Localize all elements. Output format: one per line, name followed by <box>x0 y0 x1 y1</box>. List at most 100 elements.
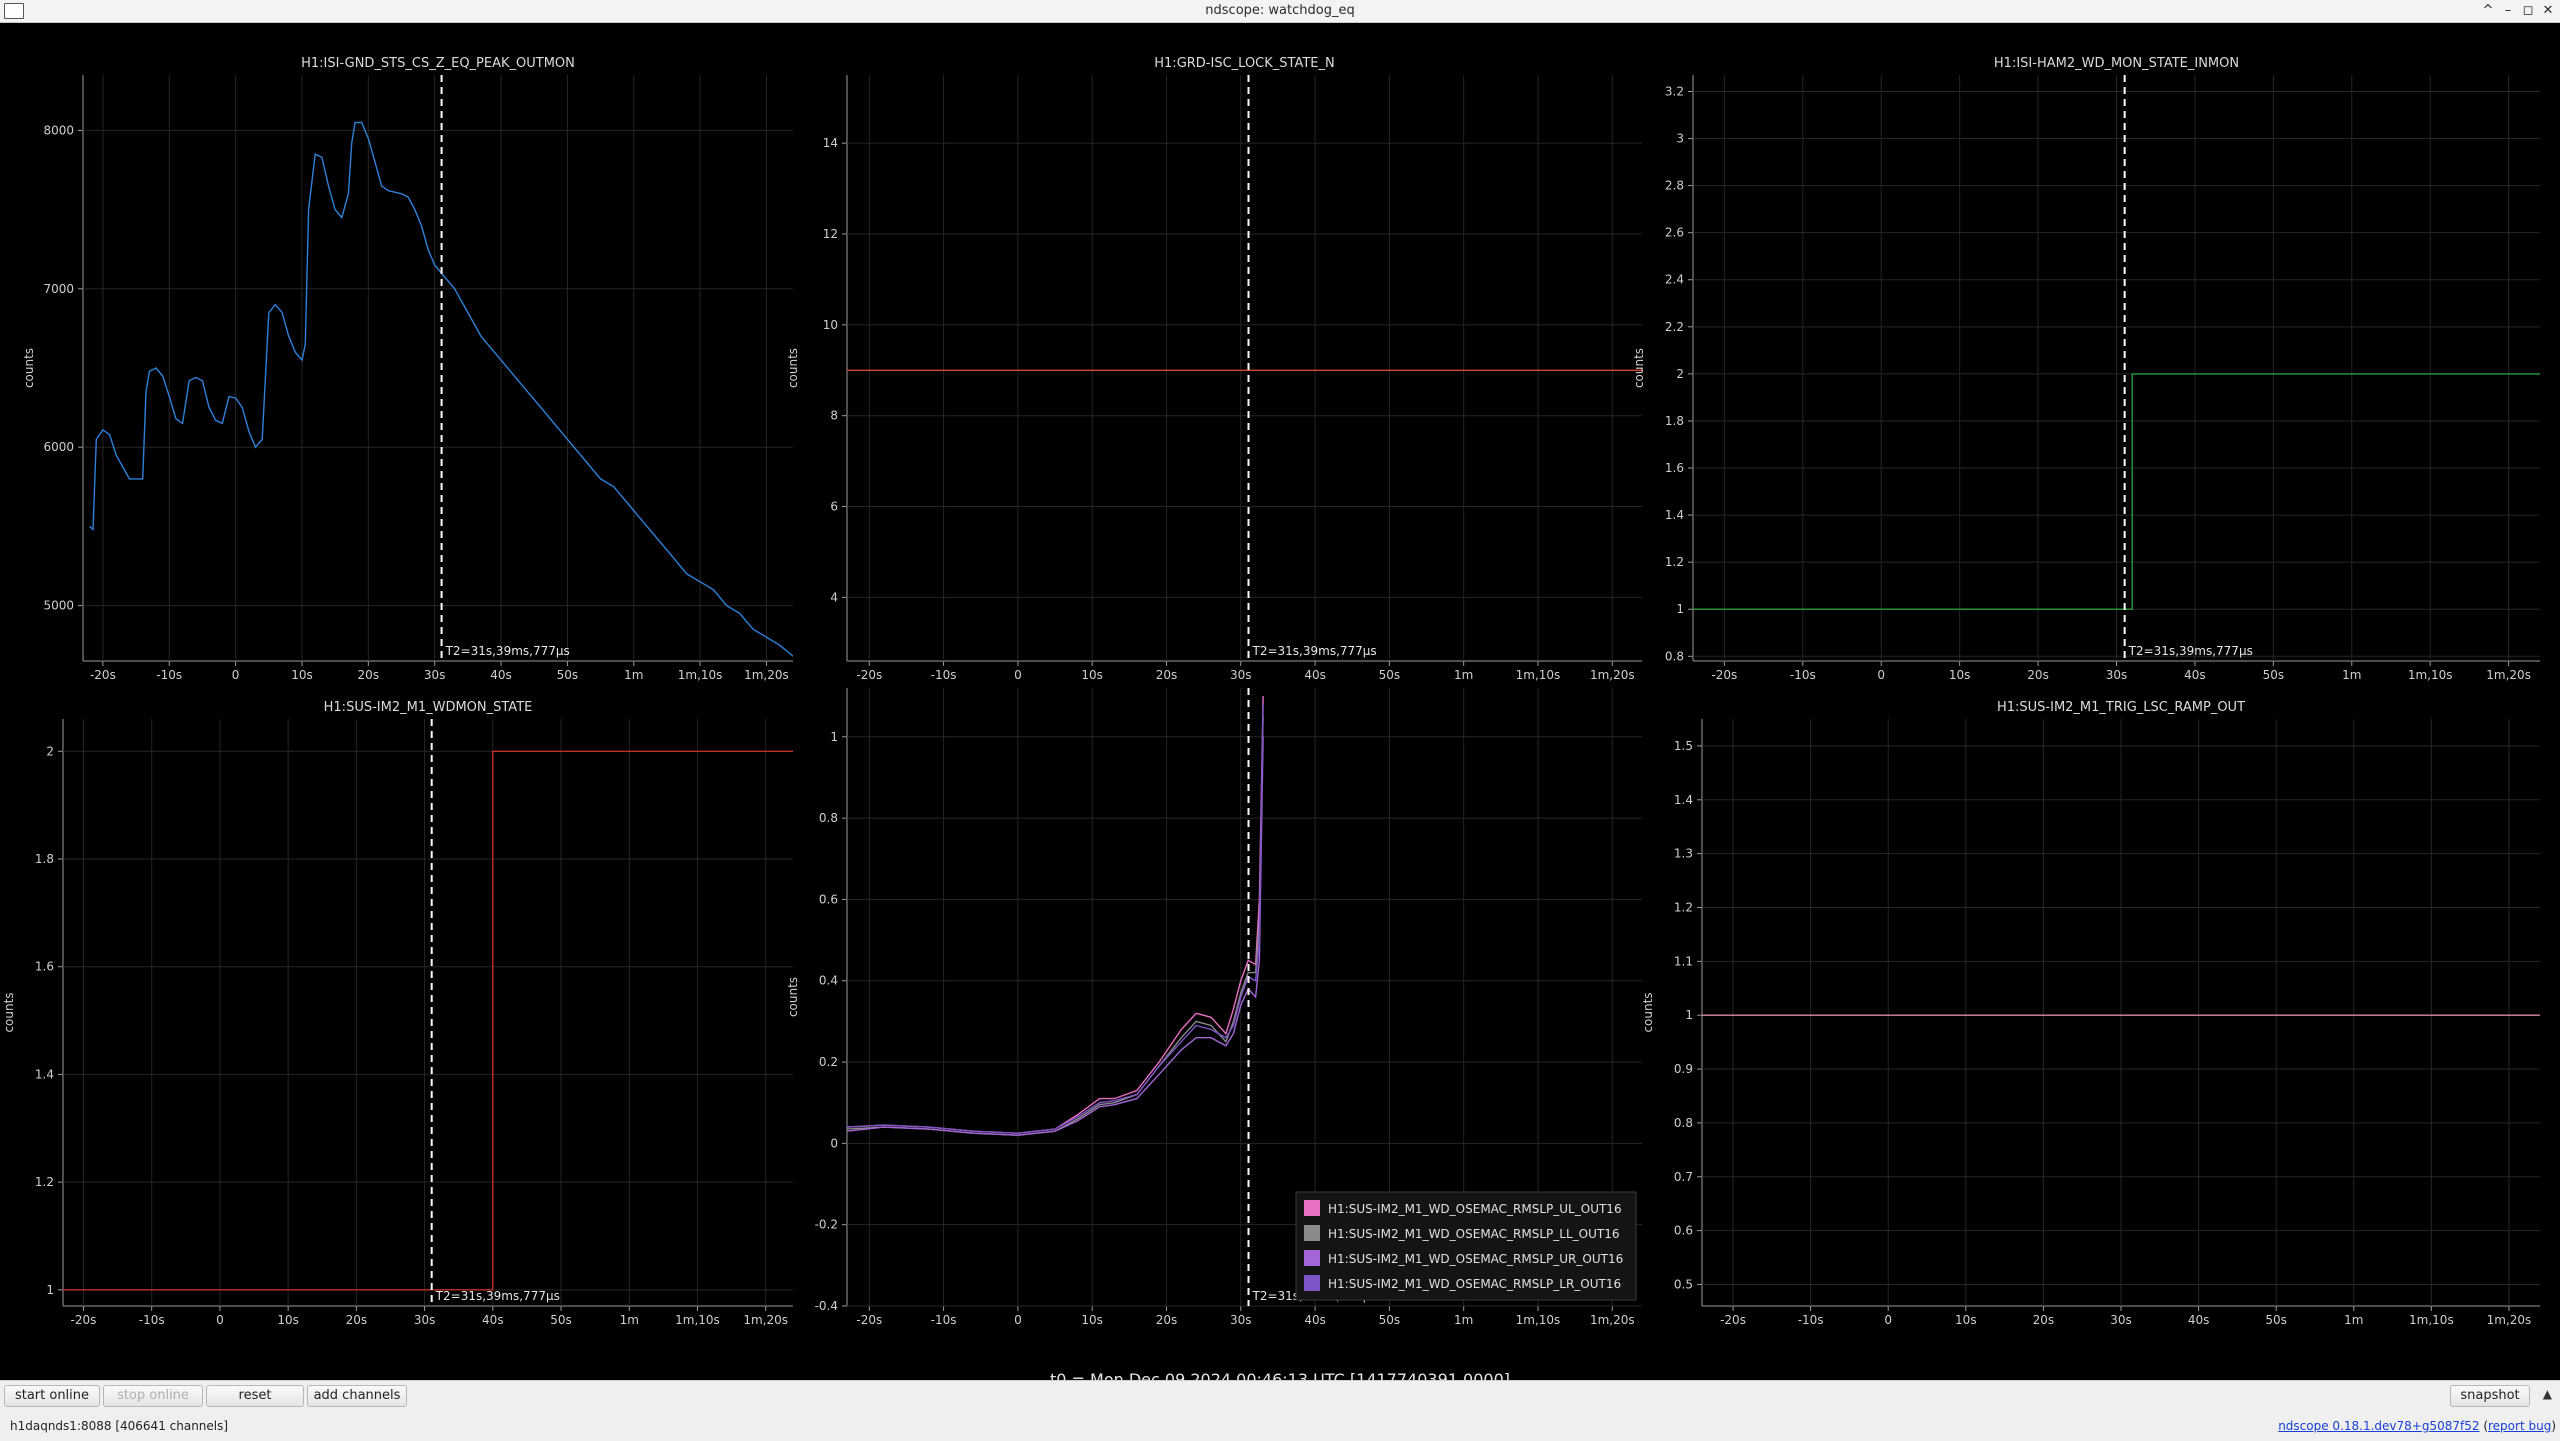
y-axis-label: counts <box>22 348 36 388</box>
legend-swatch <box>1304 1200 1320 1216</box>
y-tick-label: 10 <box>823 318 838 332</box>
x-tick-label: 1m <box>624 668 643 682</box>
x-tick-label: -20s <box>856 1313 882 1327</box>
y-tick-label: 0.8 <box>1674 1116 1693 1130</box>
x-tick-label: 30s <box>1230 668 1252 682</box>
plot-panel-4: H1:SUS-IM2_M1_WDMON_STATEcounts -20s -10s 0… <box>2 700 793 1327</box>
y-tick-label: 1 <box>1676 602 1684 616</box>
y-tick-label: 2.6 <box>1665 226 1684 240</box>
y-tick-label: 0.5 <box>1674 1277 1693 1291</box>
x-tick-label: 0 <box>1877 668 1885 682</box>
y-tick-label: 2.8 <box>1665 179 1684 193</box>
y-tick-label: 1 <box>46 1283 54 1297</box>
reset-button[interactable]: reset <box>206 1385 304 1407</box>
y-tick-label: 1.6 <box>35 960 54 974</box>
y-axis-label: counts <box>786 977 800 1017</box>
t2-cursor-label: T2=31s,39ms,777µs <box>2128 644 2253 658</box>
x-tick-label: 50s <box>1379 1313 1401 1327</box>
t2-cursor-label: T2=31s,39ms,777µs <box>435 1289 560 1303</box>
x-tick-label: -20s <box>856 668 882 682</box>
x-tick-label: 40s <box>2188 1313 2210 1327</box>
x-tick-label: -10s <box>931 1313 957 1327</box>
add-channels-button[interactable]: add channels <box>307 1385 407 1407</box>
x-tick-label: 1m <box>2344 1313 2363 1327</box>
minimize-icon[interactable]: – <box>2498 1 2518 21</box>
x-tick-label: 30s <box>2110 1313 2132 1327</box>
start-online-button[interactable]: start online <box>4 1385 100 1407</box>
chevron-up-icon[interactable]: ▲ <box>2543 1387 2552 1401</box>
x-tick-label: 1m,10s <box>1516 1313 1561 1327</box>
y-tick-label: 1.4 <box>1674 793 1693 807</box>
x-tick-label: -10s <box>1798 1313 1824 1327</box>
series-line-1 <box>847 696 1264 1134</box>
y-tick-label: 2 <box>1676 367 1684 381</box>
plot-title: H1:GRD-ISC_LOCK_STATE_N <box>1154 56 1334 71</box>
x-tick-label: 50s <box>1379 668 1401 682</box>
x-tick-label: 1m,20s <box>2486 668 2531 682</box>
x-tick-label: 1m,10s <box>675 1313 720 1327</box>
x-tick-label: 50s <box>2263 668 2285 682</box>
y-tick-label: 1.6 <box>1665 461 1684 475</box>
y-tick-label: 0.6 <box>819 892 838 906</box>
stop-online-button[interactable]: stop online <box>103 1385 203 1407</box>
x-tick-label: 1m,20s <box>2487 1313 2532 1327</box>
version-info: ndscope 0.18.1.dev78+g5087f52 (report bu… <box>2278 1419 2556 1433</box>
y-tick-label: 0.7 <box>1674 1170 1693 1184</box>
maximize-icon[interactable]: ◻ <box>2518 1 2538 21</box>
y-tick-label: 1.4 <box>1665 508 1684 522</box>
plot-panel-5: counts -20s -10s 0 10s 20s 30s 40s 50s 1m 1m,10s 1m… <box>786 688 1642 1327</box>
y-tick-label: 0.8 <box>819 811 838 825</box>
plot-title: H1:ISI-HAM2_WD_MON_STATE_INMON <box>1994 56 2239 71</box>
close-icon[interactable]: ✕ <box>2538 1 2558 21</box>
y-axis-label: counts <box>1632 348 1646 388</box>
x-tick-label: -10s <box>139 1313 165 1327</box>
x-tick-label: 30s <box>424 668 446 682</box>
x-tick-label: 20s <box>358 668 380 682</box>
legend-entry: H1:SUS-IM2_M1_WD_OSEMAC_RMSLP_UL_OUT16 <box>1328 1202 1622 1216</box>
x-tick-label: 20s <box>1156 1313 1178 1327</box>
server-status: h1daqnds1:8088 [406641 channels] <box>10 1419 229 1433</box>
legend-swatch <box>1304 1225 1320 1241</box>
x-tick-label: 1m <box>1454 1313 1473 1327</box>
y-tick-label: -0.2 <box>815 1218 838 1232</box>
x-tick-label: -20s <box>1711 668 1737 682</box>
y-tick-label: 1.2 <box>1665 555 1684 569</box>
x-tick-label: -20s <box>90 668 116 682</box>
x-tick-label: 1m,10s <box>2408 668 2453 682</box>
x-tick-label: 1m,20s <box>1590 668 1635 682</box>
x-tick-label: 20s <box>2033 1313 2055 1327</box>
x-tick-label: 30s <box>414 1313 436 1327</box>
y-tick-label: 0 <box>830 1136 838 1150</box>
y-tick-label: 1.1 <box>1674 954 1693 968</box>
x-tick-label: 0 <box>232 668 240 682</box>
chevron-up-icon[interactable]: ^ <box>2478 1 2498 21</box>
y-tick-label: 1.2 <box>1674 900 1693 914</box>
x-tick-label: 30s <box>2106 668 2128 682</box>
y-axis-label: counts <box>2 992 16 1032</box>
x-tick-label: 10s <box>277 1313 299 1327</box>
x-tick-label: 1m,20s <box>1590 1313 1635 1327</box>
y-tick-label: 1.2 <box>35 1175 54 1189</box>
version-link[interactable]: ndscope 0.18.1.dev78+g5087f52 <box>2278 1419 2479 1433</box>
x-tick-label: 0 <box>1014 668 1022 682</box>
y-tick-label: 8 <box>830 409 838 423</box>
snapshot-button[interactable]: snapshot <box>2450 1385 2530 1407</box>
x-tick-label: 20s <box>2027 668 2049 682</box>
x-tick-label: -10s <box>1790 668 1816 682</box>
y-tick-label: 8000 <box>43 123 74 137</box>
plot-title: H1:ISI-GND_STS_CS_Z_EQ_PEAK_OUTMON <box>301 56 575 71</box>
legend-entry: H1:SUS-IM2_M1_WD_OSEMAC_RMSLP_LR_OUT16 <box>1328 1277 1621 1291</box>
x-tick-label: 1m,20s <box>743 1313 788 1327</box>
plot-panel-6: H1:SUS-IM2_M1_TRIG_LSC_RAMP_OUTcounts -20… <box>1641 700 2540 1327</box>
x-tick-label: 0 <box>1014 1313 1022 1327</box>
plot-panel-2: H1:GRD-ISC_LOCK_STATE_Ncounts -20s -10s 0 10… <box>786 56 1642 682</box>
x-tick-label: 20s <box>1156 668 1178 682</box>
plot-grid-canvas[interactable]: H1:ISI-GND_STS_CS_Z_EQ_PEAK_OUTMONcounts… <box>0 23 2560 1380</box>
x-tick-label: 1m <box>620 1313 639 1327</box>
report-bug-link[interactable]: report bug <box>2488 1419 2551 1433</box>
bottom-toolbar: start online stop online reset add chann… <box>0 1380 2560 1441</box>
y-tick-label: -0.4 <box>815 1299 838 1313</box>
x-tick-label: 30s <box>1230 1313 1252 1327</box>
y-tick-label: 1 <box>830 730 838 744</box>
plot-title: H1:SUS-IM2_M1_TRIG_LSC_RAMP_OUT <box>1997 700 2245 715</box>
